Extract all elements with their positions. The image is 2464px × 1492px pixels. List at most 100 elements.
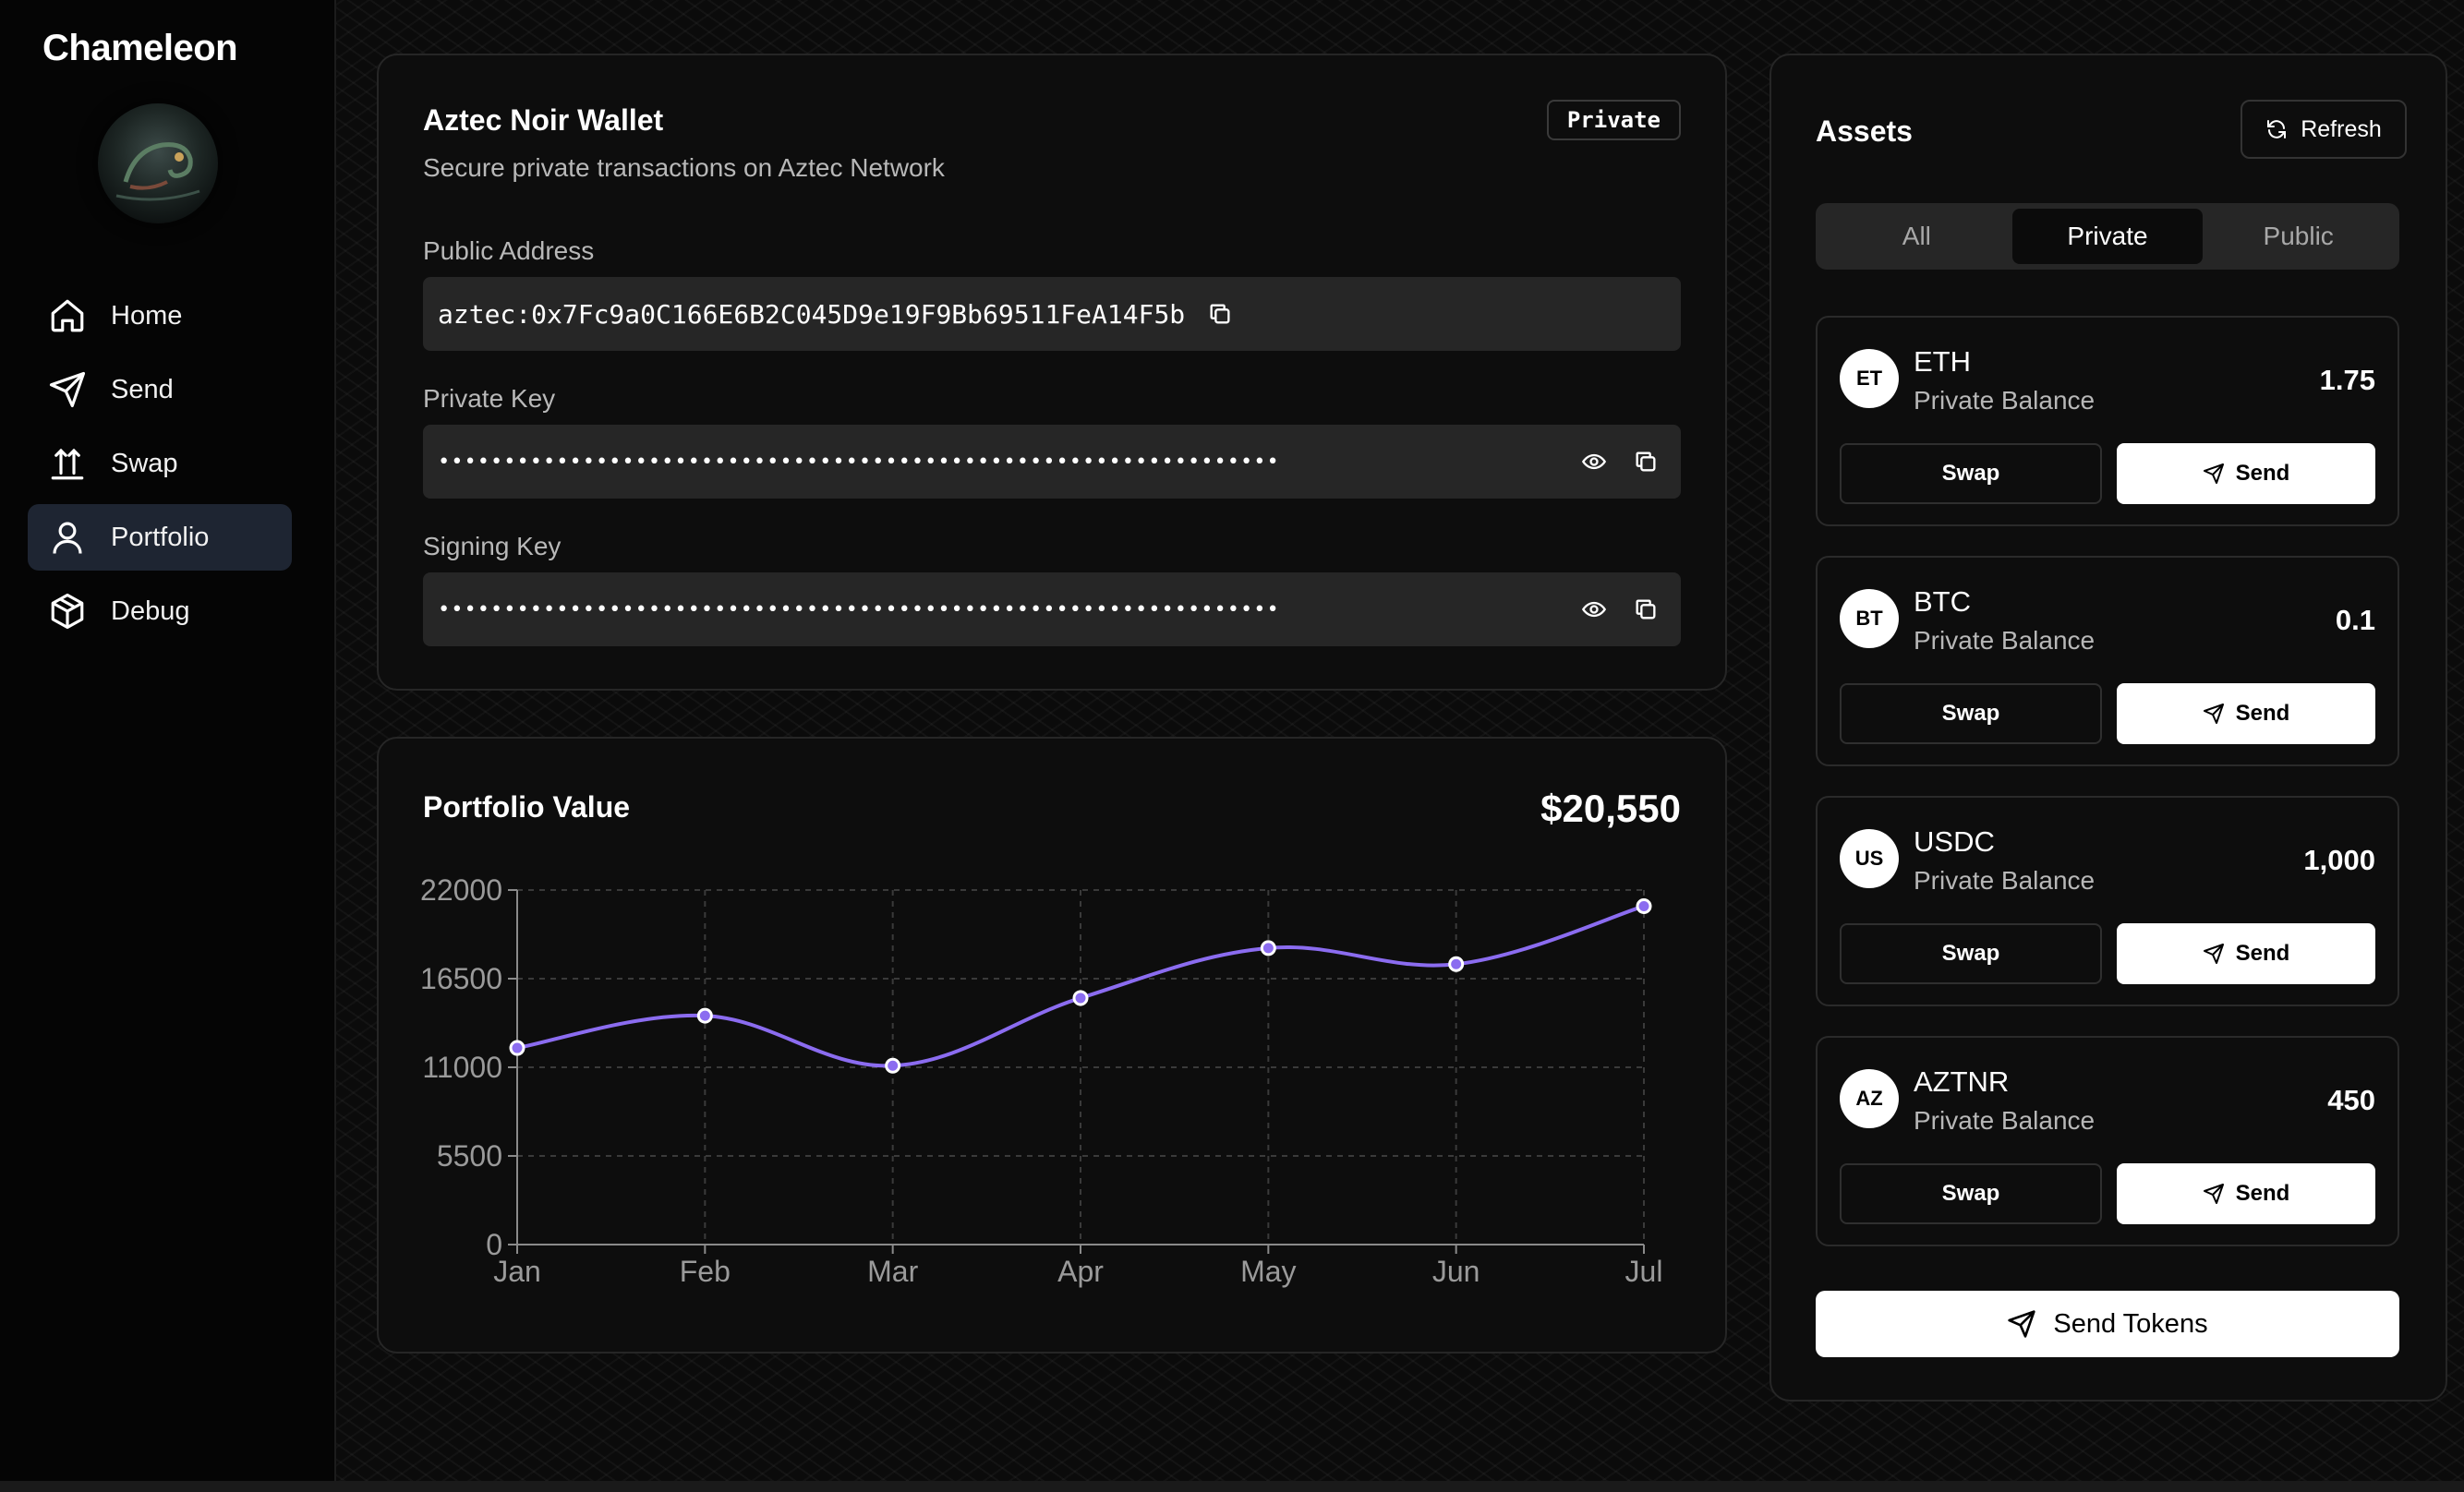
y-tick-label: 16500	[420, 962, 502, 995]
token-amount: 0.1	[2335, 604, 2375, 636]
send-tokens-button[interactable]: Send Tokens	[1816, 1291, 2399, 1357]
send-button[interactable]: Send	[2117, 1163, 2375, 1224]
swap-button[interactable]: Swap	[1840, 683, 2102, 744]
portfolio-chart-card: Portfolio Value $20,550 0 5500 11000 16500 2…	[377, 737, 1727, 1354]
send-icon	[2007, 1309, 2036, 1339]
send-tokens-label: Send Tokens	[2053, 1308, 2208, 1339]
data-point	[1448, 956, 1465, 972]
token-amount: 1,000	[2303, 844, 2375, 876]
swap-button[interactable]: Swap	[1840, 1163, 2102, 1224]
send-icon	[2203, 703, 2225, 725]
bottom-edge	[0, 1481, 2464, 1492]
data-point	[1260, 940, 1276, 957]
x-tick-label: Jul	[1625, 1255, 1663, 1288]
public-address-value: aztec:0x7Fc9a0C166E6B2C045D9e19F9Bb69511…	[438, 298, 1186, 330]
portfolio-line-chart: 05500110001650022000Jan Feb Mar Apr May Jun Ju…	[420, 873, 1663, 1288]
sidebar-item-label: Portfolio	[111, 522, 210, 552]
home-icon	[48, 296, 87, 335]
send-label: Send	[2235, 701, 2290, 726]
portfolio-title: Portfolio Value	[423, 790, 631, 824]
tab-private[interactable]: Private	[2011, 209, 2204, 264]
token-subtitle: Private Balance	[1914, 386, 2096, 415]
asset-item-usdc: US USDC Private Balance 1,000 Swap Send	[1816, 796, 2399, 1006]
data-point	[509, 1040, 525, 1056]
sidebar-item-send[interactable]: Send	[28, 356, 292, 423]
y-tick-label: 11000	[422, 1051, 502, 1084]
portfolio-value: $20,550	[1540, 787, 1681, 830]
user-icon	[48, 518, 87, 557]
eye-icon[interactable]	[1581, 449, 1607, 475]
eye-icon[interactable]	[1581, 596, 1607, 622]
assets-title: Assets	[1816, 114, 1913, 148]
data-point	[1072, 990, 1089, 1006]
send-label: Send	[2235, 1181, 2290, 1206]
token-subtitle: Private Balance	[1914, 866, 2096, 895]
token-badge: AZ	[1840, 1069, 1899, 1128]
refresh-button[interactable]: Refresh	[2241, 100, 2407, 159]
sidebar-item-label: Swap	[111, 448, 178, 478]
sidebar: Chameleon Home Send Swap Portfolio Debug	[0, 0, 336, 1481]
send-button[interactable]: Send	[2117, 683, 2375, 744]
data-point	[885, 1057, 901, 1074]
send-button[interactable]: Send	[2117, 923, 2375, 984]
private-key-value: ••••••••••••••••••••••••••••••••••••••••…	[438, 450, 1280, 474]
tab-all[interactable]: All	[1821, 209, 2012, 264]
token-subtitle: Private Balance	[1914, 1106, 2096, 1135]
x-tick-label: Mar	[867, 1255, 918, 1288]
wallet-card: Aztec Noir Wallet Private Secure private…	[377, 54, 1727, 691]
token-symbol: USDC	[1914, 825, 1995, 858]
token-amount: 450	[2327, 1084, 2375, 1116]
private-key-label: Private Key	[423, 384, 556, 413]
copy-icon[interactable]	[1207, 301, 1233, 327]
wallet-title: Aztec Noir Wallet	[423, 103, 664, 137]
cube-icon	[48, 592, 87, 631]
token-badge: ET	[1840, 349, 1899, 408]
sidebar-item-debug[interactable]: Debug	[28, 578, 292, 644]
token-amount: 1.75	[2319, 364, 2375, 396]
data-point	[696, 1007, 713, 1024]
brand-name: Chameleon	[42, 28, 238, 68]
send-icon	[2203, 463, 2225, 485]
x-tick-label: May	[1240, 1255, 1296, 1288]
refresh-label: Refresh	[2301, 115, 2382, 142]
private-key-field: ••••••••••••••••••••••••••••••••••••••••…	[423, 425, 1681, 499]
signing-key-label: Signing Key	[423, 532, 562, 560]
sidebar-item-label: Debug	[111, 596, 190, 626]
token-symbol: AZTNR	[1914, 1065, 2010, 1098]
sidebar-item-label: Home	[111, 300, 183, 331]
signing-key-field: ••••••••••••••••••••••••••••••••••••••••…	[423, 572, 1681, 646]
send-button[interactable]: Send	[2117, 443, 2375, 504]
y-tick-label: 5500	[437, 1139, 502, 1173]
sidebar-item-home[interactable]: Home	[28, 283, 292, 349]
x-tick-label: Apr	[1057, 1255, 1104, 1288]
asset-item-eth: ET ETH Private Balance 1.75 Swap Send	[1816, 316, 2399, 526]
avatar	[98, 103, 218, 223]
sidebar-item-portfolio[interactable]: Portfolio	[28, 504, 292, 571]
tab-public[interactable]: Public	[2203, 209, 2394, 264]
copy-icon[interactable]	[1633, 449, 1659, 475]
token-subtitle: Private Balance	[1914, 626, 2096, 655]
series-line	[516, 904, 1645, 1068]
data-point	[1636, 897, 1652, 914]
refresh-icon	[2265, 118, 2288, 140]
y-tick-label: 22000	[420, 873, 502, 907]
private-badge: Private	[1546, 100, 1681, 140]
public-address-label: Public Address	[423, 236, 595, 265]
assets-card: Assets Refresh All Private Public ET ETH…	[1769, 54, 2447, 1402]
swap-button[interactable]: Swap	[1840, 923, 2102, 984]
asset-item-btc: BT BTC Private Balance 0.1 Swap Send	[1816, 556, 2399, 766]
send-icon	[2203, 1183, 2225, 1205]
sidebar-item-swap[interactable]: Swap	[28, 430, 292, 497]
send-icon	[48, 370, 87, 409]
token-badge: US	[1840, 829, 1899, 888]
x-tick-label: Feb	[680, 1255, 731, 1288]
signing-key-value: ••••••••••••••••••••••••••••••••••••••••…	[438, 597, 1280, 621]
send-label: Send	[2235, 941, 2290, 966]
swap-icon	[48, 444, 87, 483]
sidebar-nav: Home Send Swap Portfolio Debug	[28, 283, 292, 652]
swap-button[interactable]: Swap	[1840, 443, 2102, 504]
copy-icon[interactable]	[1633, 596, 1659, 622]
asset-filter-tabs: All Private Public	[1816, 203, 2399, 270]
public-address-field: aztec:0x7Fc9a0C166E6B2C045D9e19F9Bb69511…	[423, 277, 1681, 351]
token-symbol: BTC	[1914, 585, 1971, 618]
